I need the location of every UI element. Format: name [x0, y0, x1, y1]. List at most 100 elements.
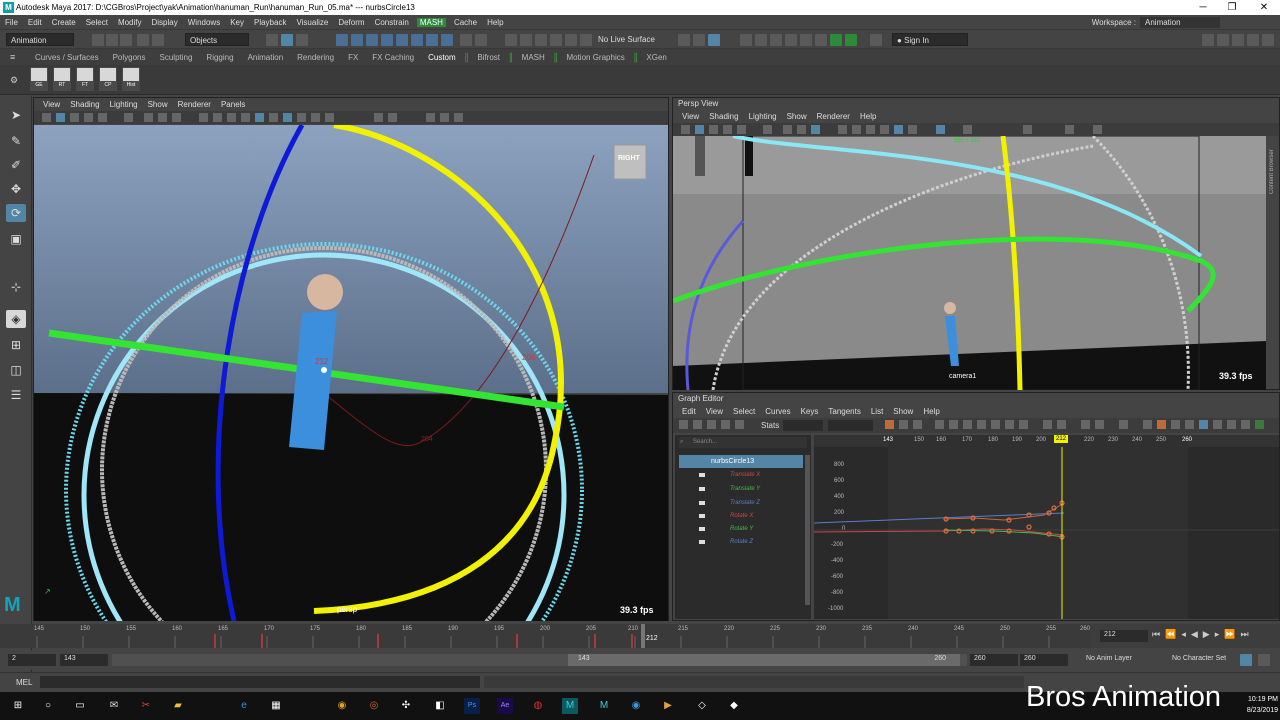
- isolate-select-icon[interactable]: [1065, 125, 1074, 134]
- render-setup-icon[interactable]: [815, 34, 827, 46]
- media-player-icon[interactable]: ▶: [660, 698, 676, 714]
- wireframe-icon[interactable]: [199, 113, 208, 122]
- step-forward-frame-icon[interactable]: ▸: [1215, 629, 1225, 639]
- insert-key-icon[interactable]: [693, 420, 702, 429]
- persp-scene[interactable]: [34, 125, 668, 621]
- app-icon[interactable]: ◍: [530, 698, 546, 714]
- gate-mask-icon[interactable]: [811, 125, 820, 134]
- playback-start-field[interactable]: 143: [60, 654, 108, 666]
- frame-all-icon[interactable]: [885, 420, 894, 429]
- object-mode-icon[interactable]: [281, 34, 293, 46]
- linear-tangent-icon[interactable]: [977, 420, 986, 429]
- snap-plane-icon[interactable]: [550, 34, 562, 46]
- shelf-menu-icon[interactable]: ≡: [10, 52, 20, 62]
- tools-icon[interactable]: ✂: [138, 698, 154, 714]
- region-tool-icon[interactable]: [735, 420, 744, 429]
- rotate-tool-icon[interactable]: ⟳: [6, 204, 26, 222]
- animation-start-field[interactable]: 2: [8, 654, 56, 666]
- component-mode-icon[interactable]: [296, 34, 308, 46]
- shadows-icon[interactable]: [269, 113, 278, 122]
- resolution-gate-icon[interactable]: [797, 125, 806, 134]
- step-back-key-icon[interactable]: ⏪: [1165, 629, 1181, 639]
- left-menu-renderer[interactable]: Renderer: [173, 100, 216, 109]
- right-menu-renderer[interactable]: Renderer: [812, 112, 855, 121]
- paint-select-icon[interactable]: ✐: [6, 156, 26, 174]
- ge-menu-tangents[interactable]: Tangents: [823, 407, 865, 416]
- input-ops-icon[interactable]: [678, 34, 690, 46]
- channel-translate-z[interactable]: Translate Z: [675, 497, 803, 510]
- trax-editor-icon[interactable]: [1241, 420, 1250, 429]
- menu-visualize[interactable]: Visualize: [291, 18, 333, 27]
- grid-toggle-icon[interactable]: [124, 113, 133, 122]
- lasso-tool-icon[interactable]: ✎: [6, 132, 26, 150]
- menu-cache[interactable]: Cache: [449, 18, 482, 27]
- wireframe-icon[interactable]: [838, 125, 847, 134]
- select-by-curve-icon[interactable]: [366, 34, 378, 46]
- construction-history-icon[interactable]: [693, 34, 705, 46]
- bookmark-icon[interactable]: [695, 125, 704, 134]
- spline-tangent-icon[interactable]: [949, 420, 958, 429]
- ge-menu-select[interactable]: Select: [728, 407, 760, 416]
- animation-curves[interactable]: [814, 435, 1279, 619]
- time-cursor[interactable]: [641, 624, 645, 648]
- film-gate-icon[interactable]: [144, 113, 153, 122]
- menuset-dropdown[interactable]: Animation: [6, 33, 74, 46]
- ge-menu-edit[interactable]: Edit: [677, 407, 701, 416]
- view-cube[interactable]: [613, 144, 647, 180]
- select-mode-dropdown[interactable]: Objects: [185, 33, 249, 46]
- pre-infinity-icon[interactable]: [1185, 420, 1194, 429]
- menu-constrain[interactable]: Constrain: [370, 18, 414, 27]
- channel-rotate-x[interactable]: Rotate X: [675, 510, 803, 523]
- select-tool-icon[interactable]: ➤: [6, 106, 26, 124]
- ge-menu-help[interactable]: Help: [918, 407, 944, 416]
- break-tangent-icon[interactable]: [1043, 420, 1052, 429]
- 2d-pan-icon[interactable]: [84, 113, 93, 122]
- select-by-joint-icon[interactable]: [351, 34, 363, 46]
- menu-key[interactable]: Key: [225, 18, 249, 27]
- undo-icon[interactable]: [137, 34, 149, 46]
- camera-attr-icon[interactable]: [681, 125, 690, 134]
- graph-view[interactable]: 143 150 160 170 180 190 200 212 220 230 …: [814, 435, 1279, 619]
- channel-translate-y[interactable]: Translate Y: [675, 483, 803, 496]
- shelf-tab-rigging[interactable]: Rigging: [199, 53, 240, 62]
- color-management-icon[interactable]: [454, 113, 463, 122]
- content-browser-tab[interactable]: Content Browser: [1269, 104, 1279, 194]
- file-explorer-icon[interactable]: ▰: [170, 698, 186, 714]
- right-menu-view[interactable]: View: [677, 112, 704, 121]
- denormalize-icon[interactable]: [1171, 420, 1180, 429]
- anim-prefs-icon[interactable]: [1258, 654, 1270, 666]
- maximize-button[interactable]: ❐: [1222, 1, 1242, 14]
- search-icon[interactable]: ○: [40, 698, 56, 714]
- left-menu-view[interactable]: View: [38, 100, 65, 109]
- app-icon[interactable]: ✣: [398, 698, 414, 714]
- mash-outliner-icon[interactable]: [845, 34, 857, 46]
- xray-active-icon[interactable]: [440, 113, 449, 122]
- 2d-pan-icon[interactable]: [723, 125, 732, 134]
- search-field[interactable]: Search...: [679, 437, 807, 448]
- edge-browser-icon[interactable]: e: [236, 698, 252, 714]
- normalize-icon[interactable]: [1143, 420, 1152, 429]
- shelf-button-ge[interactable]: GE: [30, 67, 48, 91]
- shelf-tab-curves[interactable]: Curves / Surfaces: [28, 53, 106, 62]
- auto-key-icon[interactable]: [1240, 654, 1252, 666]
- shelf-button-ft[interactable]: FT: [76, 67, 94, 91]
- right-menu-lighting[interactable]: Lighting: [744, 112, 782, 121]
- time-snap-icon[interactable]: [1199, 420, 1208, 429]
- layout-four-icon[interactable]: ⊞: [6, 336, 26, 354]
- command-input[interactable]: [40, 676, 480, 688]
- save-scene-icon[interactable]: [120, 34, 132, 46]
- anim-layer-dropdown[interactable]: No Anim Layer: [1082, 654, 1162, 666]
- image-plane-icon[interactable]: [70, 113, 79, 122]
- ge-menu-view[interactable]: View: [701, 407, 728, 416]
- tool-settings-icon[interactable]: [1232, 34, 1244, 46]
- move-tool-icon[interactable]: ✥: [6, 180, 26, 198]
- xray-joints-icon[interactable]: [388, 113, 397, 122]
- menu-mash[interactable]: MASH: [416, 17, 446, 27]
- select-by-handle-icon[interactable]: [336, 34, 348, 46]
- range-slider-bar[interactable]: 143 260: [568, 654, 960, 666]
- shelf-button-cp[interactable]: CP: [99, 67, 117, 91]
- sign-in-dropdown[interactable]: ● Sign In: [892, 33, 968, 46]
- move-key-icon[interactable]: [679, 420, 688, 429]
- shelf-tab-polygons[interactable]: Polygons: [106, 53, 153, 62]
- play-forward-icon[interactable]: ▶: [1203, 629, 1215, 639]
